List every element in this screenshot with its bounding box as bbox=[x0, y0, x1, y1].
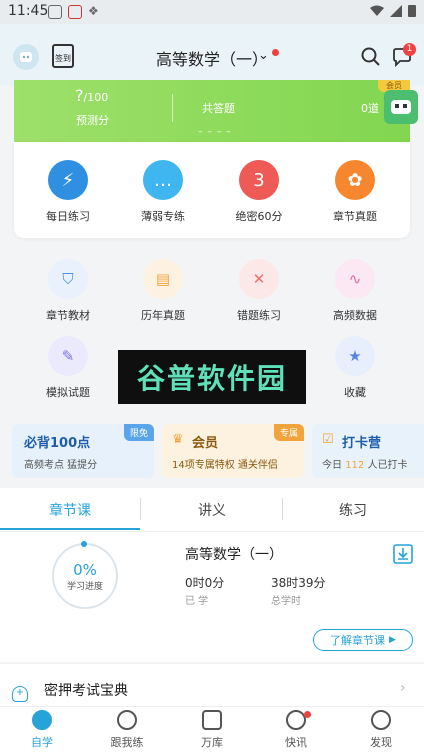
promo-sub: 今日 112 人已打卡 bbox=[322, 456, 407, 471]
tab-practice[interactable]: 练习 bbox=[293, 500, 413, 520]
score-total: /100 bbox=[83, 91, 109, 104]
tile-label: 章节真题 bbox=[333, 210, 377, 223]
checkin-count: 112 bbox=[345, 460, 365, 471]
learn-chapter-button[interactable]: 了解章节课 ▶ bbox=[313, 629, 413, 651]
daily-practice-icon[interactable]: ⚡ bbox=[48, 160, 88, 200]
chevron-right-icon: › bbox=[400, 680, 406, 696]
grid-label: 章节教材 bbox=[46, 309, 90, 322]
grid-label: 收藏 bbox=[344, 386, 366, 399]
course-name[interactable]: 高等数学（一） bbox=[185, 544, 283, 564]
tile-label: 每日练习 bbox=[46, 210, 90, 223]
learned-value: 0时0分 bbox=[185, 576, 225, 590]
battery-icon bbox=[408, 5, 416, 17]
message-badge: 1 bbox=[403, 43, 416, 56]
grid-label: 错题练习 bbox=[237, 309, 281, 322]
news-dot bbox=[304, 711, 311, 718]
progress-label: 学习进度 bbox=[66, 581, 103, 592]
status-time: 11:45 bbox=[8, 3, 49, 19]
promo-must-memorize[interactable]: 必背100点 高频考点 猛提分 限免 bbox=[12, 424, 154, 478]
check-circle-icon bbox=[117, 710, 137, 730]
app-notification-icon bbox=[48, 5, 62, 19]
tile-label: 绝密60分 bbox=[235, 210, 283, 223]
promo-tag: 限免 bbox=[123, 424, 154, 441]
apps-icon: ❖ bbox=[88, 4, 99, 18]
library-icon bbox=[202, 710, 222, 730]
notice-dot bbox=[272, 49, 279, 56]
chart-wave-icon[interactable]: ∿ bbox=[335, 259, 375, 299]
active-tab-indicator bbox=[0, 528, 140, 530]
nav-label: 自学 bbox=[31, 736, 53, 749]
score-label: 预测分 bbox=[76, 114, 109, 127]
checkbox-icon: ☑ bbox=[322, 432, 334, 447]
star-icon[interactable]: ★ bbox=[335, 336, 375, 376]
chevron-down-icon[interactable]: ⌄ bbox=[258, 48, 269, 63]
promo-sub: 高频考点 猛提分 bbox=[24, 460, 98, 471]
progress-percent: 0% bbox=[73, 560, 97, 579]
done-count: 0道 bbox=[361, 102, 379, 115]
flash-icon bbox=[286, 710, 306, 730]
done-label: 共答题 bbox=[202, 102, 235, 115]
watermark: 谷普软件园 bbox=[118, 350, 306, 404]
score-value: ? bbox=[75, 86, 84, 105]
chat-bubble-icon[interactable]: … bbox=[143, 160, 183, 200]
learn-chapter-label: 了解章节课 bbox=[330, 634, 386, 647]
system-status-icons bbox=[370, 4, 416, 17]
progress-dot bbox=[81, 541, 87, 547]
download-icon[interactable] bbox=[393, 544, 413, 564]
tab-chapter-course[interactable]: 章节课 bbox=[10, 500, 130, 520]
nav-news[interactable]: 快讯 bbox=[266, 710, 326, 750]
signal-icon bbox=[390, 4, 402, 17]
nav-self-study[interactable]: 自学 bbox=[12, 710, 72, 750]
grid-label: 历年真题 bbox=[141, 309, 185, 322]
compass-icon bbox=[371, 710, 391, 730]
checkin-prefix: 今日 bbox=[322, 460, 342, 471]
nav-library[interactable]: 万库 bbox=[182, 710, 242, 750]
status-bar bbox=[0, 0, 424, 24]
nav-discover[interactable]: 发现 bbox=[351, 710, 411, 750]
nav-label: 跟我练 bbox=[110, 736, 144, 749]
divider bbox=[140, 498, 141, 520]
divider bbox=[172, 94, 173, 122]
nav-follow-practice[interactable]: 跟我练 bbox=[97, 710, 157, 750]
secret-label: 密押考试宝典 bbox=[44, 683, 128, 699]
error-book-icon[interactable]: ✕ bbox=[239, 259, 279, 299]
promo-title: 会员 bbox=[192, 436, 219, 451]
nav-label: 快讯 bbox=[285, 736, 307, 749]
done-dashes: – – – – bbox=[198, 127, 232, 137]
pacman-icon bbox=[32, 710, 52, 730]
promo-checkin[interactable]: ☑ 打卡营 今日 112 人已打卡 bbox=[312, 424, 424, 478]
grid-label: 模拟试题 bbox=[46, 386, 90, 399]
search-icon[interactable] bbox=[361, 47, 381, 67]
grid-label: 高频数据 bbox=[333, 309, 377, 322]
learned-label: 已 学 bbox=[185, 596, 209, 607]
predicted-score: ? /100 bbox=[75, 86, 108, 105]
divider bbox=[282, 498, 283, 520]
wifi-icon bbox=[370, 5, 384, 16]
progress-ring: 0% 学习进度 bbox=[52, 543, 118, 609]
tab-handout[interactable]: 讲义 bbox=[152, 500, 272, 520]
robot-icon bbox=[391, 100, 411, 114]
promo-tag: 专属 bbox=[273, 424, 304, 441]
app-notification-icon bbox=[68, 5, 82, 19]
exam-paper-icon[interactable]: ✎ bbox=[48, 336, 88, 376]
tile-label: 薄弱专练 bbox=[141, 210, 185, 223]
nav-label: 万库 bbox=[201, 736, 223, 749]
play-circle-icon: ▶ bbox=[389, 635, 396, 645]
add-icon: + bbox=[12, 686, 28, 702]
calendar-icon[interactable]: 3 bbox=[239, 160, 279, 200]
promo-vip[interactable]: ♛ 会员 14项专属特权 通关伴侣 专属 bbox=[162, 424, 304, 478]
checkin-suffix: 人已打卡 bbox=[367, 460, 408, 471]
robot-assistant-button[interactable] bbox=[384, 90, 418, 124]
shield-icon[interactable]: ⛉ bbox=[48, 259, 88, 299]
total-value: 38时39分 bbox=[271, 576, 326, 590]
nav-label: 发现 bbox=[370, 736, 392, 749]
promo-sub: 14项专属特权 通关伴侣 bbox=[172, 460, 278, 471]
gear-icon[interactable]: ✿ bbox=[335, 160, 375, 200]
crown-icon: ♛ bbox=[172, 432, 184, 447]
promo-title: 必背100点 bbox=[24, 436, 91, 451]
total-label: 总学时 bbox=[271, 596, 301, 607]
promo-title: 打卡营 bbox=[342, 436, 382, 451]
document-icon[interactable]: ▤ bbox=[143, 259, 183, 299]
